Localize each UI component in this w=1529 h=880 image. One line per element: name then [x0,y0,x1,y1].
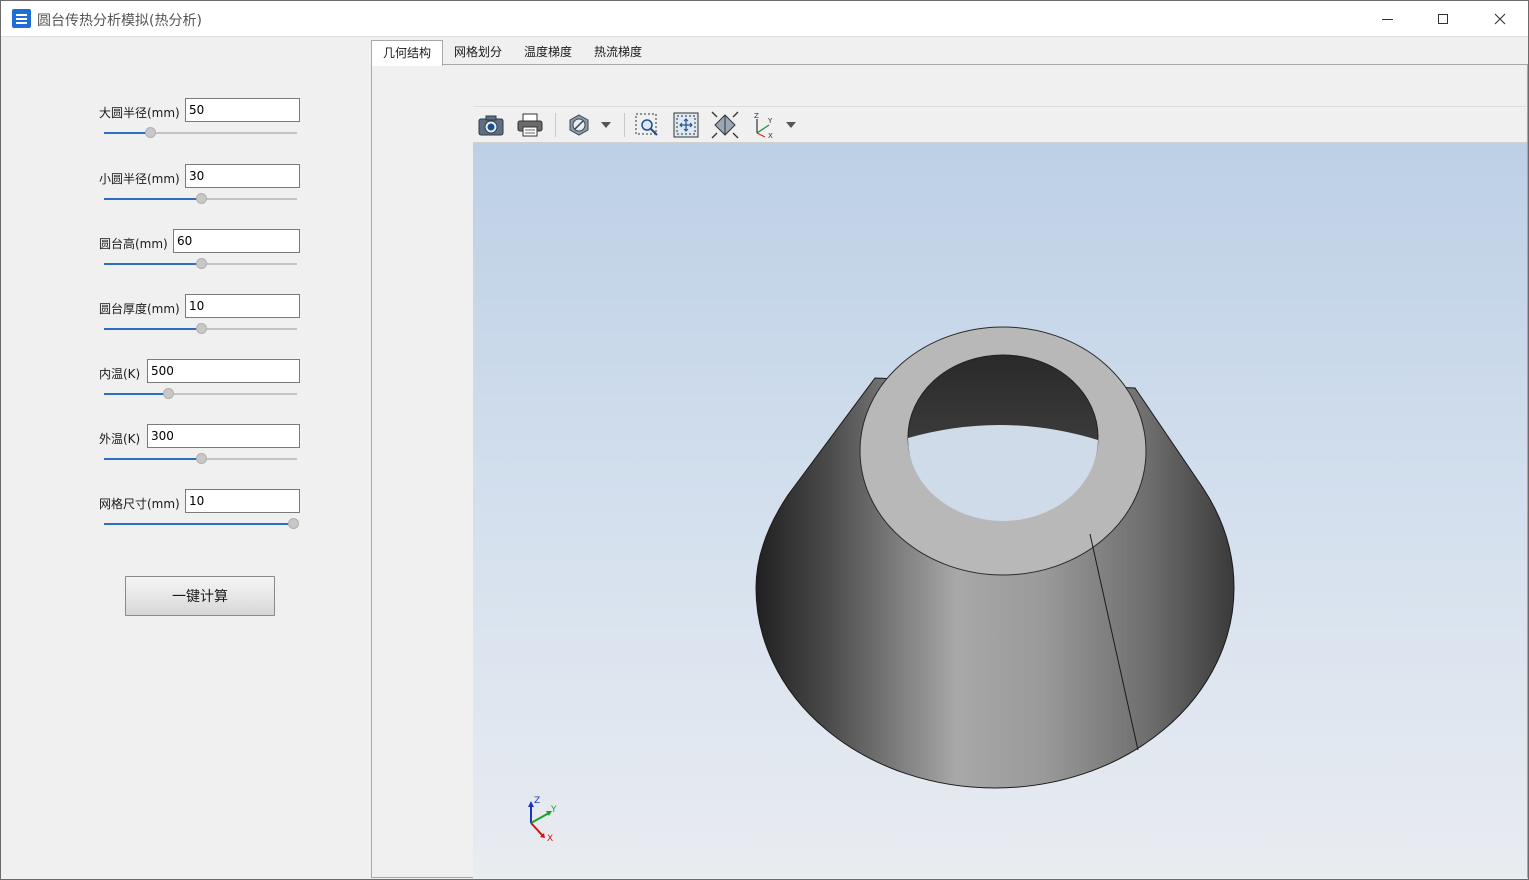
tab-heat-flux-gradient[interactable]: 热流梯度 [583,40,653,64]
3d-scene[interactable]: Z Y X [473,143,1527,878]
viewer-toolbar: Z Y X [473,107,1527,143]
height-slider[interactable] [104,258,297,269]
axis-x-label: X [547,834,553,843]
param-height: 圆台高(mm) [2,229,371,279]
axes-dropdown-icon[interactable] [786,122,796,128]
3d-viewer: Z Y X Z Y X [473,106,1527,878]
param-thickness: 圆台厚度(mm) [2,294,371,344]
clipping-plane-button[interactable] [564,111,594,139]
close-icon [1494,13,1506,25]
param-small-radius: 小圆半径(mm) [2,164,371,214]
svg-text:Z: Z [754,112,759,120]
thickness-input[interactable] [185,294,300,318]
clipping-dropdown-icon[interactable] [601,122,611,128]
param-label: 圆台厚度(mm) [99,302,180,316]
small-radius-slider[interactable] [104,193,297,204]
param-mesh-size: 网格尺寸(mm) [2,489,371,539]
height-input[interactable] [173,229,300,253]
slider-thumb[interactable] [196,258,207,269]
outer-temp-input[interactable] [147,424,300,448]
slider-thumb[interactable] [196,323,207,334]
big-radius-slider[interactable] [104,127,297,138]
param-label: 小圆半径(mm) [99,172,180,186]
axis-z-label: Z [534,796,540,806]
param-label: 圆台高(mm) [99,237,168,251]
outer-temp-slider[interactable] [104,453,297,464]
inner-temp-slider[interactable] [104,388,297,399]
camera-icon [478,115,504,136]
inner-temp-input[interactable] [147,359,300,383]
calculate-button[interactable]: 一键计算 [125,576,275,616]
zoom-box-icon [635,113,658,136]
small-radius-input[interactable] [185,164,300,188]
axis-y-label: Y [550,805,557,815]
param-inner-temp: 内温(K) [2,359,371,409]
window-title: 圆台传热分析模拟(热分析) [37,13,202,29]
screenshot-button[interactable] [476,111,506,139]
maximize-button[interactable] [1415,1,1471,37]
parameter-panel: 大圆半径(mm) 小圆半径(mm) 圆台高(mm) 圆台厚度(mm) 内温(K)… [2,38,371,879]
tab-bar: 几何结构 网格划分 温度梯度 热流梯度 [371,40,653,66]
toolbar-separator [555,113,556,137]
param-big-radius: 大圆半径(mm) [2,98,371,148]
toolbar-separator [624,113,625,137]
mesh-size-slider[interactable] [104,518,299,529]
svg-text:X: X [768,132,773,139]
tab-content-geometry: Z Y X Z Y X [371,64,1528,878]
title-bar: 圆台传热分析模拟(热分析) [1,1,1528,37]
slider-thumb[interactable] [196,193,207,204]
tab-geometry[interactable]: 几何结构 [371,40,444,66]
slider-thumb[interactable] [145,127,156,138]
axes-icon: Z Y X [754,112,773,139]
svg-text:Y: Y [767,117,773,125]
big-radius-input[interactable] [185,98,300,122]
slider-thumb[interactable] [196,453,207,464]
mesh-size-input[interactable] [185,489,300,513]
app-icon [12,9,31,28]
app-window: 圆台传热分析模拟(热分析) 大圆半径(mm) 小圆半径(mm) 圆台高(mm) … [0,0,1529,880]
axes-button[interactable]: Z Y X [749,111,779,139]
zoom-box-button[interactable] [632,111,662,139]
param-label: 内温(K) [99,367,141,381]
truncated-cone-model [755,326,1235,789]
thickness-slider[interactable] [104,323,297,334]
print-icon [517,113,543,137]
minimize-button[interactable] [1359,1,1415,37]
minimize-icon [1381,18,1393,20]
print-button[interactable] [515,111,545,139]
fit-all-icon [673,112,699,138]
clipping-plane-icon [569,114,589,136]
param-label: 大圆半径(mm) [99,106,180,120]
slider-thumb[interactable] [288,518,299,529]
close-button[interactable] [1472,1,1528,37]
view-isometric-icon [711,111,739,139]
slider-thumb[interactable] [163,388,174,399]
axis-triad: Z Y X [528,796,557,843]
tab-temperature-gradient[interactable]: 温度梯度 [513,40,583,64]
isometric-view-button[interactable] [710,111,740,139]
param-outer-temp: 外温(K) [2,424,371,474]
tab-widget: 几何结构 网格划分 温度梯度 热流梯度 Z Y X Z Y X [371,38,1528,879]
param-label: 网格尺寸(mm) [99,497,180,511]
maximize-icon [1438,14,1448,24]
fit-all-button[interactable] [671,111,701,139]
tab-mesh[interactable]: 网格划分 [443,40,513,64]
param-label: 外温(K) [99,432,141,446]
